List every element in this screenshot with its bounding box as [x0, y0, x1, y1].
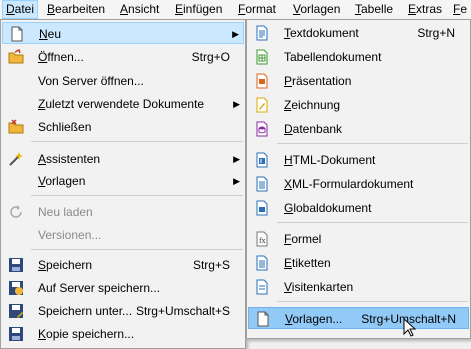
- html-document-icon: [254, 152, 270, 168]
- menu-item-speichern[interactable]: Speichern Strg+S: [2, 254, 244, 276]
- new-document-icon: [9, 26, 25, 42]
- menu-item-oeffnen[interactable]: Öffnen... Strg+O: [2, 46, 244, 68]
- master-document-icon: [254, 200, 270, 216]
- formula-icon: fx: [254, 231, 270, 247]
- separator: [31, 141, 243, 142]
- svg-text:fx: fx: [259, 237, 266, 245]
- reload-icon: [8, 204, 24, 220]
- close-folder-icon: [8, 119, 24, 135]
- templates-icon: [255, 311, 271, 327]
- save-remote-icon: [8, 280, 24, 296]
- submenu-arrow-icon: ▶: [232, 29, 239, 39]
- separator: [277, 143, 468, 144]
- wizard-icon: [8, 151, 24, 167]
- save-icon: [8, 257, 24, 273]
- separator: [277, 222, 468, 223]
- save-copy-icon: [8, 326, 24, 342]
- menu-item-speichern-unter[interactable]: Speichern unter... Strg+Umschalt+S: [2, 300, 244, 322]
- mouse-cursor-icon: [403, 318, 417, 338]
- open-folder-icon: [8, 49, 24, 65]
- menu-item-formel[interactable]: fx Formel: [248, 228, 469, 250]
- menu-ansicht[interactable]: Ansicht: [117, 0, 162, 19]
- menu-format[interactable]: Format: [235, 0, 279, 19]
- menu-item-tabellendokument[interactable]: Tabellendokument: [248, 46, 469, 68]
- menu-item-xml-formulardokument[interactable]: XML-Formulardokument: [248, 173, 469, 195]
- labels-icon: [254, 255, 270, 271]
- submenu-arrow-icon: ▶: [233, 99, 240, 109]
- menu-einfuegen[interactable]: Einfügen: [172, 0, 225, 19]
- menu-item-vorlagen[interactable]: Vorlagen ▶: [2, 170, 244, 192]
- menu-item-assistenten[interactable]: Assistenten ▶: [2, 148, 244, 170]
- menu-item-zeichnung[interactable]: Zeichnung: [248, 94, 469, 116]
- separator: [31, 249, 243, 250]
- menu-item-textdokument[interactable]: Textdokument Strg+N: [248, 22, 469, 44]
- neu-submenu: Textdokument Strg+N Tabellendokument Prä…: [246, 19, 471, 339]
- menu-bar: Datei Bearbeiten Ansicht Einfügen Format…: [0, 0, 471, 20]
- spreadsheet-icon: [254, 49, 270, 65]
- menu-item-visitenkarten[interactable]: Visitenkarten: [248, 276, 469, 298]
- presentation-icon: [254, 73, 270, 89]
- drawing-icon: [254, 97, 270, 113]
- save-as-icon: [8, 303, 24, 319]
- menu-item-schliessen[interactable]: Schließen: [2, 116, 244, 138]
- menu-item-vorlagen-neu[interactable]: Vorlagen... Strg+Umschalt+N: [248, 307, 469, 329]
- text-document-icon: [254, 25, 270, 41]
- menu-item-neu[interactable]: Neu ▶: [2, 22, 244, 44]
- menu-tabelle[interactable]: Tabelle: [352, 0, 396, 19]
- separator: [31, 195, 243, 196]
- menu-item-auf-server-speichern[interactable]: Auf Server speichern...: [2, 277, 244, 299]
- menu-item-datenbank[interactable]: Datenbank: [248, 118, 469, 140]
- menu-fenster[interactable]: Fe: [450, 0, 470, 19]
- menu-item-versionen[interactable]: Versionen...: [2, 224, 244, 246]
- menu-item-praesentation[interactable]: Präsentation: [248, 70, 469, 92]
- menu-item-globaldokument[interactable]: Globaldokument: [248, 197, 469, 219]
- menu-vorlagen[interactable]: Vorlagen: [290, 0, 343, 19]
- menu-item-html-dokument[interactable]: HTML-Dokument: [248, 149, 469, 171]
- separator: [277, 301, 468, 302]
- menu-item-neu-laden[interactable]: Neu laden: [2, 201, 244, 223]
- business-cards-icon: [254, 279, 270, 295]
- submenu-arrow-icon: ▶: [233, 154, 240, 164]
- menu-item-von-server-oeffnen[interactable]: Von Server öffnen...: [2, 70, 244, 92]
- database-icon: [254, 121, 270, 137]
- menu-item-etiketten[interactable]: Etiketten: [248, 252, 469, 274]
- menu-bearbeiten[interactable]: Bearbeiten: [44, 0, 108, 19]
- menu-extras[interactable]: Extras: [405, 0, 445, 19]
- submenu-arrow-icon: ▶: [233, 176, 240, 186]
- datei-menu: Neu ▶ Öffnen... Strg+O Von Server öffnen…: [0, 19, 246, 349]
- menu-datei[interactable]: Datei: [2, 0, 39, 19]
- xml-form-icon: [254, 176, 270, 192]
- menu-item-zuletzt-verwendet[interactable]: Zuletzt verwendete Dokumente ▶: [2, 93, 244, 115]
